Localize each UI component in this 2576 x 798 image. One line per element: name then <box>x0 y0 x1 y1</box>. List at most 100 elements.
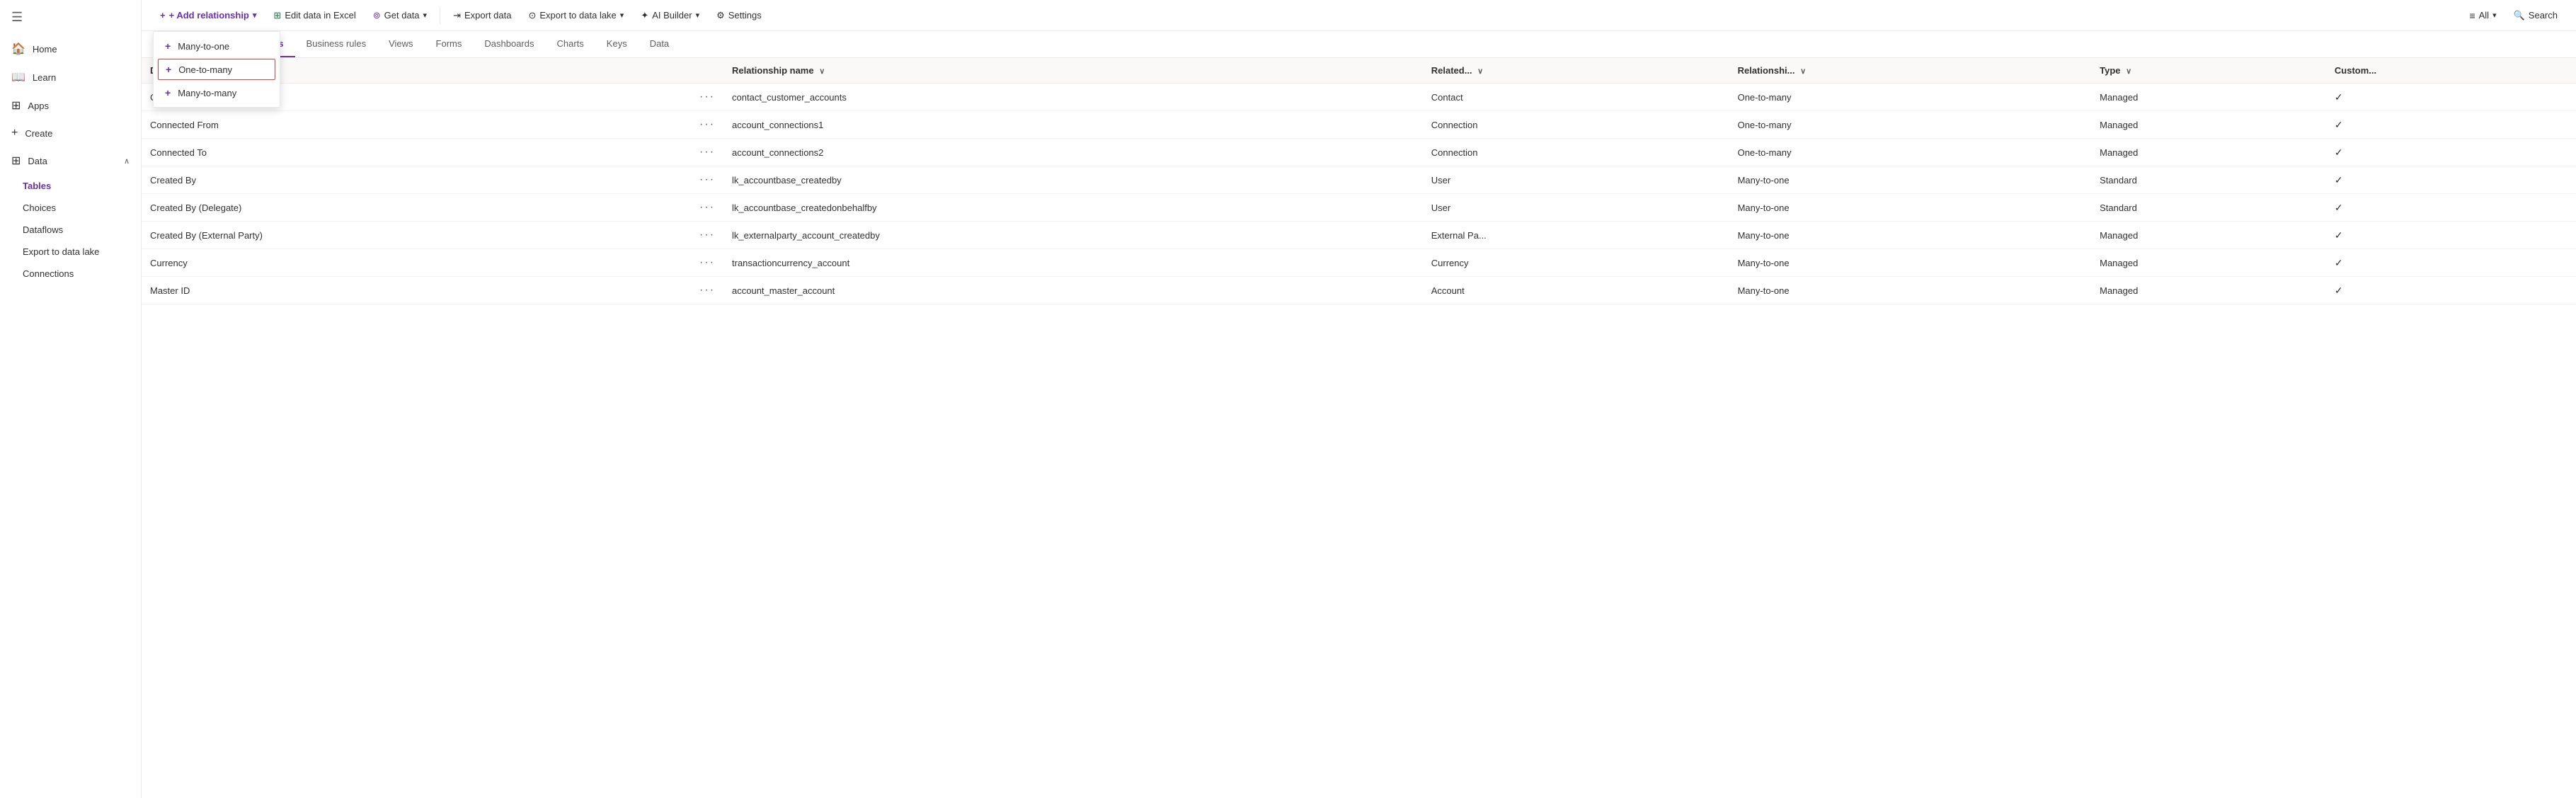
tab-charts[interactable]: Charts <box>546 31 595 57</box>
rel-type-sort-icon[interactable]: ∨ <box>1800 67 1806 76</box>
cell-relationship-type: One-to-many <box>1729 84 2092 111</box>
cell-type: Managed <box>2091 139 2326 166</box>
relationships-table-container: Display name ↑ ∨ Relationship name ∨ Rel… <box>142 58 2576 798</box>
cell-ellipsis[interactable]: ··· <box>691 139 723 166</box>
row-ellipsis-icon[interactable]: ··· <box>699 201 715 213</box>
filter-button[interactable]: ≡ All ▾ <box>2462 6 2503 25</box>
type-sort-icon[interactable]: ∨ <box>2126 67 2131 76</box>
cell-related: Connection <box>1423 139 1729 166</box>
add-relationship-button[interactable]: + + Add relationship ▾ <box>153 6 263 25</box>
filter-icon: ≡ <box>2469 10 2475 21</box>
tab-views[interactable]: Views <box>377 31 424 57</box>
export-data-button[interactable]: ⇥ Export data <box>446 6 518 25</box>
row-ellipsis-icon[interactable]: ··· <box>699 284 715 296</box>
cell-display-name: Created By (Delegate) <box>142 194 691 222</box>
row-ellipsis-icon[interactable]: ··· <box>699 256 715 268</box>
cell-ellipsis[interactable]: ··· <box>691 166 723 194</box>
custom-checkmark: ✓ <box>2335 229 2343 241</box>
filter-chevron-icon: ▾ <box>2492 11 2497 20</box>
apps-icon: ⊞ <box>11 98 21 113</box>
cell-ellipsis[interactable]: ··· <box>691 277 723 304</box>
col-related[interactable]: Related... ∨ <box>1423 58 1729 84</box>
row-ellipsis-icon[interactable]: ··· <box>699 146 715 158</box>
cell-related: Account <box>1423 277 1729 304</box>
one-to-many-option[interactable]: + One-to-many <box>158 59 275 80</box>
table-row: Created By (Delegate) ··· lk_accountbase… <box>142 194 2576 222</box>
cell-relationship-type: Many-to-one <box>1729 277 2092 304</box>
many-to-one-plus-icon: + <box>165 40 171 52</box>
row-ellipsis-icon[interactable]: ··· <box>699 91 715 103</box>
tab-business-rules[interactable]: Business rules <box>295 31 378 57</box>
cell-custom: ✓ <box>2326 277 2576 304</box>
sidebar-sub-choices[interactable]: Choices <box>0 197 141 219</box>
cell-relationship-type: One-to-many <box>1729 111 2092 139</box>
add-relationship-dropdown: + Many-to-one + One-to-many + Many-to-ma… <box>153 31 280 108</box>
row-ellipsis-icon[interactable]: ··· <box>699 229 715 241</box>
tab-forms[interactable]: Forms <box>425 31 474 57</box>
col-relationship-type[interactable]: Relationshi... ∨ <box>1729 58 2092 84</box>
col-custom[interactable]: Custom... <box>2326 58 2576 84</box>
add-relationship-chevron-icon: ▾ <box>253 11 257 20</box>
sidebar-sub-tables[interactable]: Tables <box>0 175 141 197</box>
cell-relationship-name: lk_externalparty_account_createdby <box>723 222 1423 249</box>
sidebar-item-apps[interactable]: ⊞ Apps <box>0 91 141 120</box>
cell-ellipsis[interactable]: ··· <box>691 249 723 277</box>
cell-relationship-type: One-to-many <box>1729 139 2092 166</box>
sidebar-sub-connections[interactable]: Connections <box>0 263 141 285</box>
cell-relationship-type: Many-to-one <box>1729 194 2092 222</box>
sidebar-item-data[interactable]: ⊞ Data ∧ <box>0 147 141 175</box>
many-to-many-option[interactable]: + Many-to-many <box>154 81 280 104</box>
learn-icon: 📖 <box>11 70 25 84</box>
tab-data[interactable]: Data <box>639 31 680 57</box>
many-to-many-plus-icon: + <box>165 87 171 98</box>
col-type[interactable]: Type ∨ <box>2091 58 2326 84</box>
cell-ellipsis[interactable]: ··· <box>691 222 723 249</box>
settings-icon: ⚙ <box>716 10 725 21</box>
settings-button[interactable]: ⚙ Settings <box>709 6 769 25</box>
row-ellipsis-icon[interactable]: ··· <box>699 118 715 130</box>
cell-custom: ✓ <box>2326 194 2576 222</box>
cell-custom: ✓ <box>2326 84 2576 111</box>
sidebar-sub-dataflows[interactable]: Dataflows <box>0 219 141 241</box>
cell-related: Contact <box>1423 84 1729 111</box>
cell-relationship-name: account_master_account <box>723 277 1423 304</box>
tab-dashboards[interactable]: Dashboards <box>473 31 545 57</box>
rel-name-sort-icon[interactable]: ∨ <box>819 67 825 76</box>
sidebar-item-create[interactable]: + Create <box>0 120 141 147</box>
sidebar-item-learn[interactable]: 📖 Learn <box>0 63 141 91</box>
sidebar-item-home[interactable]: 🏠 Home <box>0 35 141 63</box>
get-data-icon: ⊚ <box>373 10 381 21</box>
cell-custom: ✓ <box>2326 166 2576 194</box>
custom-checkmark: ✓ <box>2335 174 2343 186</box>
tabs-bar: Columns Relationships Business rules Vie… <box>142 31 2576 58</box>
sidebar: ☰ 🏠 Home 📖 Learn ⊞ Apps + Create ⊞ Data … <box>0 0 142 798</box>
edit-excel-button[interactable]: ⊞ Edit data in Excel <box>266 6 362 25</box>
row-ellipsis-icon[interactable]: ··· <box>699 173 715 186</box>
sidebar-sub-export-data-lake[interactable]: Export to data lake <box>0 241 141 263</box>
cell-related: Connection <box>1423 111 1729 139</box>
export-data-lake-button[interactable]: ⊙ Export to data lake ▾ <box>521 6 631 25</box>
export-lake-chevron-icon: ▾ <box>620 11 624 20</box>
cell-display-name: Master ID <box>142 277 691 304</box>
hamburger-icon[interactable]: ☰ <box>0 0 141 35</box>
cell-relationship-name: transactioncurrency_account <box>723 249 1423 277</box>
tab-keys[interactable]: Keys <box>595 31 639 57</box>
cell-display-name: Connected To <box>142 139 691 166</box>
many-to-one-option[interactable]: + Many-to-one <box>154 35 280 57</box>
cell-type: Standard <box>2091 166 2326 194</box>
cell-ellipsis[interactable]: ··· <box>691 194 723 222</box>
cell-ellipsis[interactable]: ··· <box>691 111 723 139</box>
cell-ellipsis[interactable]: ··· <box>691 84 723 111</box>
data-icon: ⊞ <box>11 154 21 168</box>
sidebar-item-apps-label: Apps <box>28 101 49 111</box>
ai-builder-button[interactable]: ✦ AI Builder ▾ <box>634 6 706 25</box>
cell-relationship-name: lk_accountbase_createdonbehalfby <box>723 194 1423 222</box>
related-sort-icon[interactable]: ∨ <box>1477 67 1483 76</box>
search-button[interactable]: 🔍 Search <box>2507 6 2565 25</box>
col-relationship-name[interactable]: Relationship name ∨ <box>723 58 1423 84</box>
cell-type: Managed <box>2091 84 2326 111</box>
get-data-chevron-icon: ▾ <box>423 11 428 20</box>
col-actions <box>691 58 723 84</box>
cell-relationship-type: Many-to-one <box>1729 166 2092 194</box>
get-data-button[interactable]: ⊚ Get data ▾ <box>366 6 434 25</box>
